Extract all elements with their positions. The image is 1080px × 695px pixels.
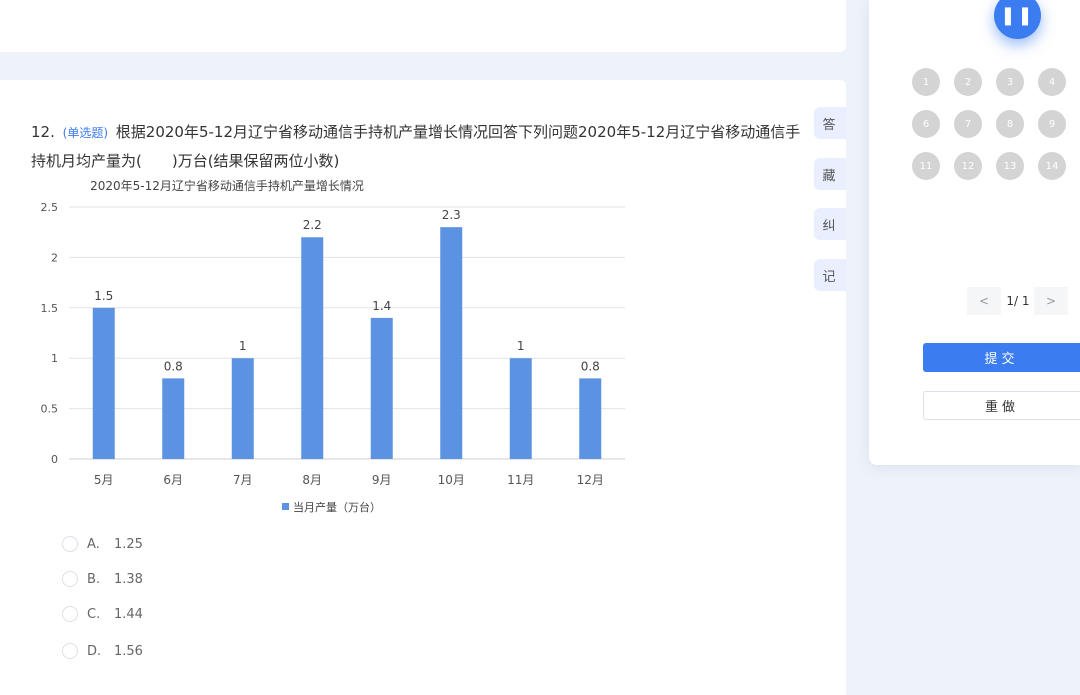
redo-button[interactable]: 重做 <box>923 391 1080 420</box>
legend-swatch <box>282 503 289 510</box>
option-b[interactable]: B. 1.38 <box>62 569 143 589</box>
bar <box>579 378 602 459</box>
x-tick-label: 12月 <box>577 473 604 487</box>
side-tab-favorite[interactable]: 藏 <box>814 158 846 190</box>
previous-question-card <box>0 0 846 52</box>
x-tick-label: 8月 <box>302 473 322 487</box>
y-tick-label: 0 <box>51 453 58 466</box>
side-tab-notes[interactable]: 记 <box>814 259 846 291</box>
y-tick-label: 1.5 <box>41 302 59 315</box>
question-number-circle[interactable]: 14 <box>1038 152 1066 180</box>
question-number-circle[interactable]: 11 <box>912 152 940 180</box>
option-value: 1.56 <box>114 643 143 659</box>
option-a[interactable]: A. 1.25 <box>62 534 143 554</box>
radio-button[interactable] <box>62 606 78 622</box>
radio-button[interactable] <box>62 571 78 587</box>
data-label: 1 <box>517 339 525 353</box>
question-number-circle[interactable]: 9 <box>1038 110 1066 138</box>
y-tick-label: 2.5 <box>41 201 59 214</box>
x-tick-label: 7月 <box>233 473 253 487</box>
data-label: 2.3 <box>442 208 461 222</box>
y-tick-label: 0.5 <box>41 403 59 416</box>
data-label: 1.5 <box>94 289 113 303</box>
y-tick-label: 1 <box>51 352 58 365</box>
question-text: 根据2020年5-12月辽宁省移动通信手持机产量增长情况回答下列问题2020年5… <box>31 123 801 170</box>
data-label: 0.8 <box>164 359 183 373</box>
bar-chart: 2020年5-12月辽宁省移动通信手持机产量增长情况 0 0.5 1 1.5 2 2.5 1.… <box>41 178 625 514</box>
data-label: 0.8 <box>581 359 600 373</box>
question-number-circle[interactable]: 6 <box>912 110 940 138</box>
pager-next-button[interactable]: > <box>1034 287 1068 315</box>
option-value: 1.44 <box>114 606 143 622</box>
x-tick-label: 6月 <box>163 473 183 487</box>
radio-button[interactable] <box>62 536 78 552</box>
submit-button[interactable]: 提交 <box>923 343 1080 372</box>
bar <box>301 237 324 459</box>
pager-prev-button[interactable]: < <box>967 287 1001 315</box>
side-tab-answer[interactable]: 答 <box>814 107 846 139</box>
question-type-tag: (单选题) <box>62 126 109 140</box>
option-letter: A. <box>87 536 100 552</box>
question-number-circle[interactable]: 4 <box>1038 68 1066 96</box>
question-number: 12. <box>31 123 55 141</box>
question-number-circle[interactable]: 12 <box>954 152 982 180</box>
option-letter: D. <box>87 643 102 659</box>
x-tick-label: 10月 <box>438 473 465 487</box>
option-d[interactable]: D. 1.56 <box>62 641 143 661</box>
chart-title: 2020年5-12月辽宁省移动通信手持机产量增长情况 <box>90 178 364 193</box>
side-tab-report-error[interactable]: 纠 <box>814 208 846 240</box>
radio-button[interactable] <box>62 643 78 659</box>
data-label: 1 <box>239 339 247 353</box>
option-value: 1.25 <box>114 536 143 552</box>
bar <box>370 317 393 459</box>
option-value: 1.38 <box>114 571 143 587</box>
data-label: 2.2 <box>303 218 322 232</box>
x-tick-label: 9月 <box>372 473 392 487</box>
bar <box>231 358 254 459</box>
bar <box>440 227 463 459</box>
question-number-circle[interactable]: 2 <box>954 68 982 96</box>
x-tick-label: 5月 <box>94 473 114 487</box>
x-tick-label: 11月 <box>507 473 534 487</box>
question-number-circle[interactable]: 1 <box>912 68 940 96</box>
option-c[interactable]: C. 1.44 <box>62 604 143 624</box>
legend-label: 当月产量（万台） <box>293 500 381 514</box>
question-stem: 12. (单选题) 根据2020年5-12月辽宁省移动通信手持机产量增长情况回答… <box>31 118 811 175</box>
question-number-circle[interactable]: 3 <box>996 68 1024 96</box>
data-label: 1.4 <box>372 299 391 313</box>
bar <box>92 307 115 459</box>
bar <box>509 358 532 459</box>
option-letter: C. <box>87 606 101 622</box>
question-number-circle[interactable]: 8 <box>996 110 1024 138</box>
question-number-circle[interactable]: 7 <box>954 110 982 138</box>
option-letter: B. <box>87 571 101 587</box>
bar <box>162 378 185 459</box>
question-number-circle[interactable]: 13 <box>996 152 1024 180</box>
pager-indicator: 1/ 1 <box>1006 294 1030 308</box>
y-tick-label: 2 <box>51 251 58 264</box>
